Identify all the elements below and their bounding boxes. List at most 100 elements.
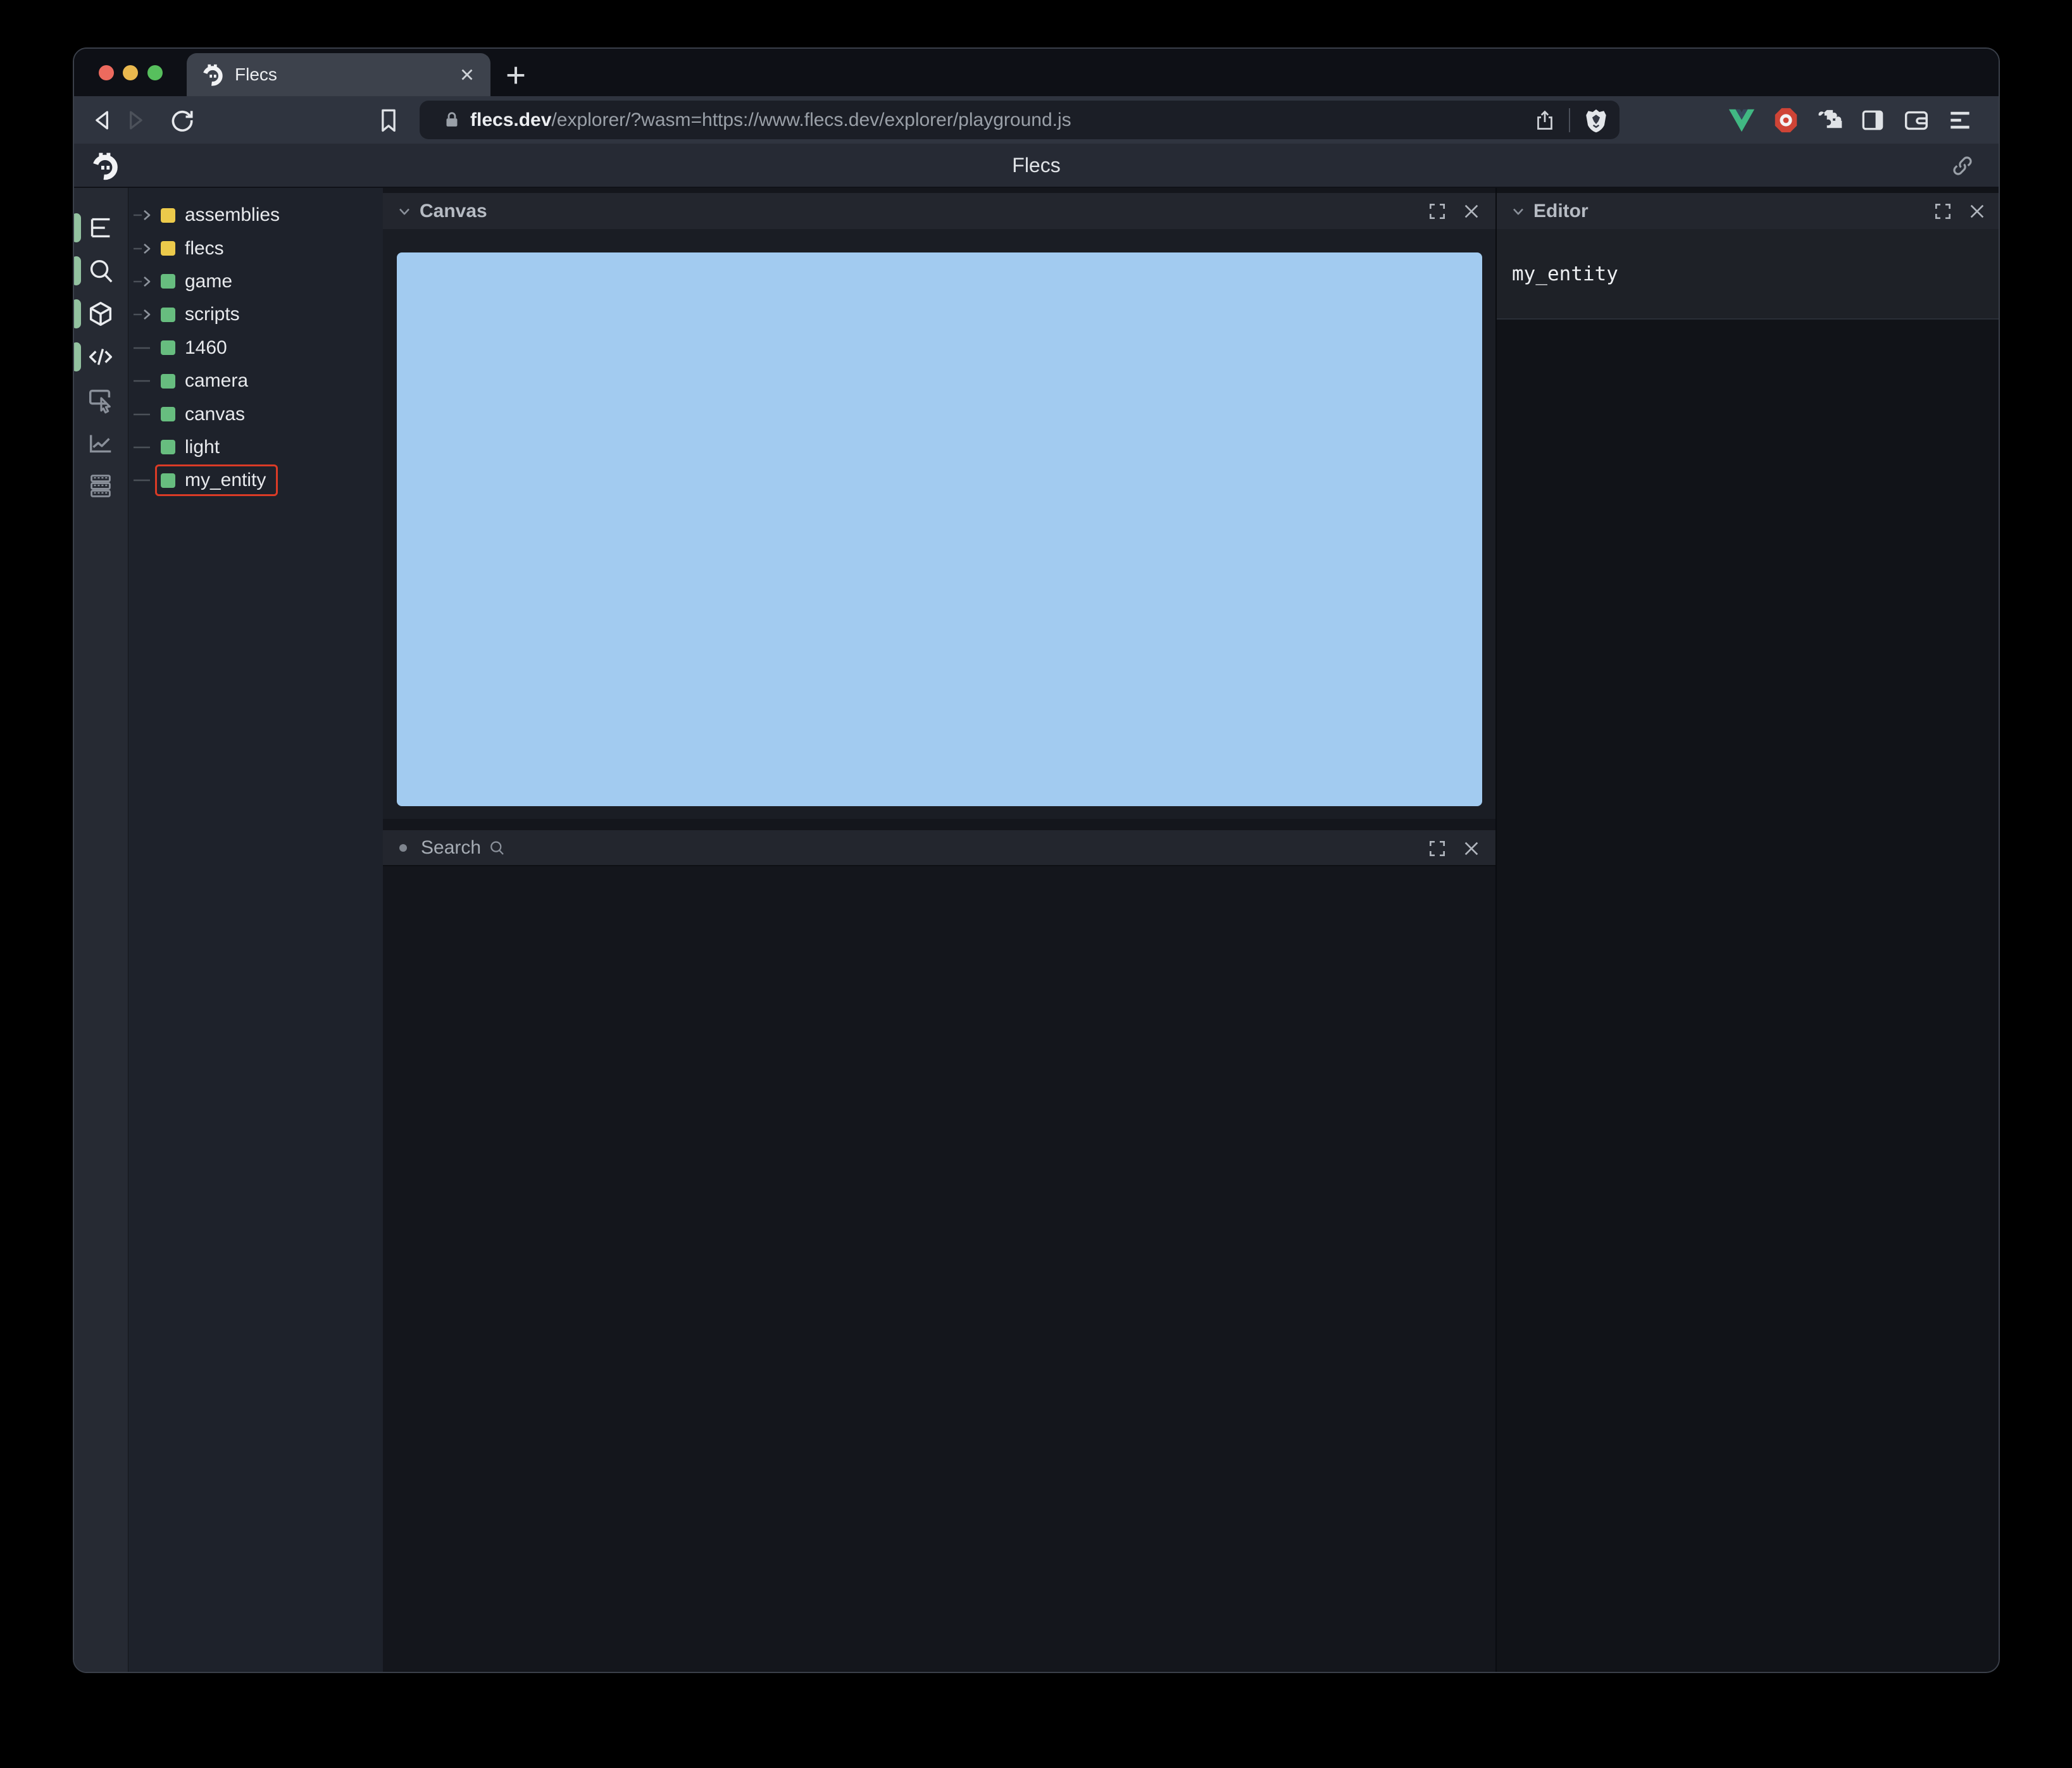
bookmark-icon[interactable] (375, 106, 403, 134)
tree-item-box[interactable]: assemblies (155, 199, 292, 231)
editor-column: Editor my_entity (1497, 188, 1999, 1672)
collapsed-dot-icon[interactable] (399, 844, 407, 852)
reload-icon[interactable] (168, 106, 196, 134)
tree-item-label: 1460 (185, 337, 227, 358)
tree-item[interactable]: game (128, 265, 383, 298)
entities-cube-icon[interactable] (86, 299, 115, 328)
tree-item-label: canvas (185, 403, 246, 425)
vue-devtools-icon[interactable] (1727, 106, 1756, 135)
tree-item[interactable]: flecs (128, 232, 383, 265)
search-panel-title: Search (421, 837, 482, 858)
tab-close-icon[interactable] (458, 65, 477, 84)
select-inspect-icon[interactable] (86, 385, 115, 414)
active-indicator (74, 342, 81, 371)
tree-item[interactable]: scripts (128, 298, 383, 331)
tree-connector[interactable] (134, 464, 153, 497)
search-icon (490, 841, 504, 855)
share-link-icon[interactable] (1950, 154, 1975, 178)
desktop-background: Flecs flecs.dev/explorer/?wasm=https://w… (0, 0, 2072, 1768)
tree-connector[interactable] (134, 398, 153, 431)
tree-item-box[interactable]: light (155, 432, 232, 463)
tree-item-box[interactable]: flecs (155, 233, 236, 265)
active-indicator (74, 299, 81, 328)
tree-connector[interactable] (134, 199, 153, 232)
tree-item-label: light (185, 436, 220, 458)
tree-item-box[interactable]: game (155, 266, 244, 297)
editor-textarea[interactable]: my_entity (1497, 229, 1999, 320)
chevron-down-icon[interactable] (1509, 202, 1527, 220)
lock-icon (446, 111, 458, 127)
entity-color-square (161, 373, 175, 389)
flecs-favicon (203, 64, 223, 86)
back-icon[interactable] (89, 106, 116, 134)
close-icon[interactable] (1967, 201, 1987, 221)
tree-item-label: scripts (185, 304, 240, 325)
wallet-icon[interactable] (1902, 106, 1931, 135)
app-header: Flecs (74, 144, 1999, 188)
menu-icon[interactable] (1946, 106, 1974, 134)
active-indicator (74, 256, 81, 285)
fullscreen-icon[interactable] (1427, 838, 1447, 859)
tab-title: Flecs (235, 65, 277, 84)
main-area: Canvas Search (383, 188, 1495, 1672)
tree-item[interactable]: camera (128, 364, 383, 397)
tree-connector[interactable] (134, 431, 153, 464)
tree-item[interactable]: canvas (128, 397, 383, 430)
canvas-panel-header: Canvas (383, 193, 1495, 229)
hierarchy-tree-icon[interactable] (86, 213, 115, 242)
entity-color-square (161, 241, 175, 256)
entity-tree-panel: assemblies flecs game scripts 1460 camer… (128, 188, 383, 1672)
tree-item-box[interactable]: scripts (155, 299, 252, 330)
brave-shields-icon[interactable] (1583, 107, 1609, 134)
search-panel-header: Search (383, 830, 1495, 866)
tree-item[interactable]: 1460 (128, 332, 383, 364)
minimize-window-button[interactable] (123, 65, 138, 80)
entity-color-square (161, 473, 175, 488)
tree-connector[interactable] (134, 232, 153, 265)
fullscreen-icon[interactable] (1933, 201, 1953, 221)
code-icon[interactable] (86, 342, 115, 371)
tree-item-label: camera (185, 370, 249, 392)
close-icon[interactable] (1461, 838, 1482, 859)
sidebar-toggle-icon[interactable] (1859, 106, 1887, 134)
tree-connector[interactable] (134, 265, 153, 298)
maximize-window-button[interactable] (147, 65, 163, 80)
tree-item-box[interactable]: my_entity (155, 464, 278, 497)
page-title: Flecs (1012, 153, 1061, 177)
tree-connector[interactable] (134, 364, 153, 397)
tree-item-label: game (185, 270, 233, 292)
red-gem-extension-icon[interactable] (1771, 106, 1801, 135)
tree-item[interactable]: assemblies (128, 199, 383, 232)
tool-rail (74, 188, 128, 1672)
tree-item[interactable]: my_entity (128, 464, 383, 497)
commands-registers-icon[interactable] (86, 471, 115, 501)
tree-connector[interactable] (134, 332, 153, 364)
search-tool-icon[interactable] (86, 256, 115, 285)
url-text: flecs.dev/explorer/?wasm=https://www.fle… (470, 109, 1071, 131)
tree-item-label: assemblies (185, 204, 280, 226)
tree-connector[interactable] (134, 298, 153, 331)
tree-item-box[interactable]: camera (155, 365, 260, 397)
entity-color-square (161, 208, 175, 223)
close-icon[interactable] (1461, 201, 1482, 221)
entity-color-square (161, 407, 175, 422)
tree-item-label: my_entity (185, 470, 266, 491)
app-content: assemblies flecs game scripts 1460 camer… (74, 188, 1999, 1672)
chevron-down-icon[interactable] (396, 202, 413, 220)
divider (1569, 108, 1570, 132)
new-tab-button[interactable] (503, 63, 528, 88)
tree-item-box[interactable]: 1460 (155, 332, 239, 364)
entity-color-square (161, 307, 175, 322)
browser-toolbar: flecs.dev/explorer/?wasm=https://www.fle… (74, 96, 1999, 144)
tree-item-box[interactable]: canvas (155, 399, 257, 430)
render-canvas[interactable] (397, 252, 1482, 806)
close-window-button[interactable] (99, 65, 114, 80)
share-icon[interactable] (1533, 109, 1556, 132)
browser-tab[interactable]: Flecs (187, 53, 490, 96)
forward-icon[interactable] (122, 106, 149, 134)
tree-item[interactable]: light (128, 431, 383, 464)
fullscreen-icon[interactable] (1427, 201, 1447, 221)
stats-chart-icon[interactable] (86, 428, 115, 458)
extensions-puzzle-icon[interactable] (1816, 106, 1844, 134)
url-bar[interactable]: flecs.dev/explorer/?wasm=https://www.fle… (420, 101, 1620, 139)
